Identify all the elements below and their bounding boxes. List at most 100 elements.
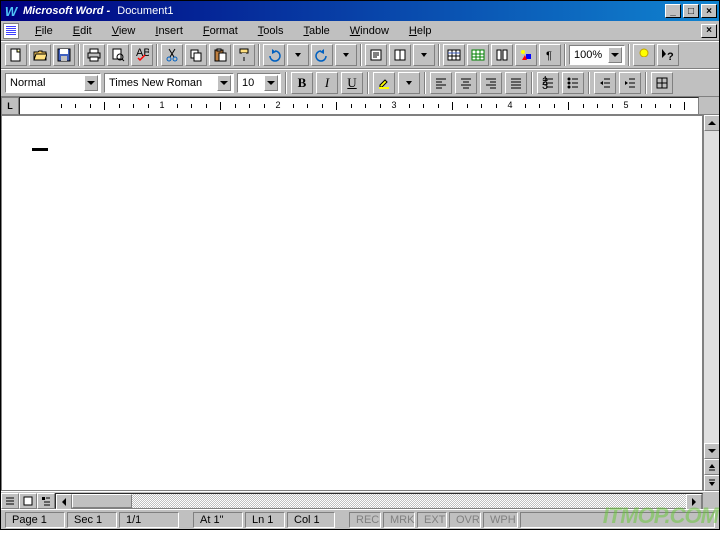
undo-button[interactable] [263, 44, 285, 66]
page-layout-view-button[interactable] [19, 493, 37, 509]
open-button[interactable] [29, 44, 51, 66]
document-icon[interactable] [3, 23, 19, 39]
tip-wizard-button[interactable] [633, 44, 655, 66]
align-left-button[interactable] [430, 72, 452, 94]
scroll-track[interactable] [704, 131, 719, 443]
font-combo[interactable]: Times New Roman [104, 73, 234, 93]
titlebar: W Microsoft Word - Document1 _ □ × [1, 1, 719, 21]
print-preview-button[interactable] [107, 44, 129, 66]
highlight-dropdown[interactable] [398, 72, 420, 94]
menu-tools[interactable]: Tools [248, 23, 294, 39]
scroll-up-button[interactable] [704, 115, 719, 131]
justify-button[interactable] [505, 72, 527, 94]
copy-button[interactable] [185, 44, 207, 66]
status-mrk[interactable]: MRK [383, 512, 415, 528]
scroll-thumb[interactable] [72, 494, 132, 508]
increase-indent-button[interactable] [619, 72, 641, 94]
standard-toolbar: ABC ¶ 100% ? [1, 41, 719, 69]
status-pages: 1/1 [119, 512, 179, 528]
dropdown-arrow-icon[interactable] [217, 75, 231, 91]
tab-selector[interactable]: L [1, 97, 19, 115]
menu-insert[interactable]: Insert [145, 23, 193, 39]
application-window: W Microsoft Word - Document1 _ □ × File … [0, 0, 720, 530]
outline-view-button[interactable] [37, 493, 55, 509]
ruler-area: L 12345 [1, 97, 719, 115]
prev-page-button[interactable] [704, 459, 719, 475]
italic-button[interactable]: I [316, 72, 338, 94]
decrease-indent-button[interactable] [594, 72, 616, 94]
menu-format[interactable]: Format [193, 23, 248, 39]
cut-button[interactable] [161, 44, 183, 66]
font-value: Times New Roman [109, 77, 217, 89]
next-page-button[interactable] [704, 475, 719, 491]
menu-window[interactable]: Window [340, 23, 399, 39]
close-button[interactable]: × [701, 4, 717, 18]
vertical-scrollbar[interactable] [703, 115, 719, 491]
scroll-left-button[interactable] [56, 494, 72, 510]
paste-button[interactable] [209, 44, 231, 66]
new-button[interactable] [5, 44, 27, 66]
page-container [1, 115, 703, 491]
status-section: Sec 1 [67, 512, 117, 528]
show-paragraph-button[interactable]: ¶ [539, 44, 561, 66]
bottom-bar [1, 491, 719, 509]
dropdown-arrow-icon[interactable] [608, 47, 622, 63]
columns-button[interactable] [491, 44, 513, 66]
menu-table[interactable]: Table [293, 23, 339, 39]
autoformat-button[interactable] [365, 44, 387, 66]
undo-dropdown[interactable] [287, 44, 309, 66]
align-center-button[interactable] [455, 72, 477, 94]
text-cursor [32, 148, 48, 151]
style-combo[interactable]: Normal [5, 73, 101, 93]
status-wph[interactable]: WPH [483, 512, 518, 528]
mdi-close-button[interactable]: × [701, 24, 717, 38]
insert-address-button[interactable] [389, 44, 411, 66]
save-button[interactable] [53, 44, 75, 66]
status-ovr[interactable]: OVR [449, 512, 481, 528]
bold-button[interactable]: B [291, 72, 313, 94]
dropdown-arrow-icon[interactable] [84, 75, 98, 91]
svg-text:?: ? [667, 51, 674, 62]
ruler-end [699, 97, 719, 114]
svg-text:3: 3 [542, 80, 548, 90]
menu-view[interactable]: View [102, 23, 146, 39]
horizontal-scrollbar[interactable] [55, 493, 703, 509]
align-right-button[interactable] [480, 72, 502, 94]
print-button[interactable] [83, 44, 105, 66]
font-size-combo[interactable]: 10 [237, 73, 281, 93]
format-painter-button[interactable] [233, 44, 255, 66]
minimize-button[interactable]: _ [665, 4, 681, 18]
status-line: Ln 1 [245, 512, 285, 528]
redo-dropdown[interactable] [335, 44, 357, 66]
help-button[interactable]: ? [657, 44, 679, 66]
horizontal-ruler[interactable]: 12345 [19, 97, 699, 115]
document-name: Document1 [117, 5, 173, 17]
svg-text:¶: ¶ [546, 50, 552, 62]
menu-file[interactable]: File [25, 23, 63, 39]
zoom-value: 100% [574, 49, 608, 61]
underline-button[interactable]: U [341, 72, 363, 94]
scroll-down-button[interactable] [704, 443, 719, 459]
insert-worksheet-button[interactable] [467, 44, 489, 66]
menu-help[interactable]: Help [399, 23, 442, 39]
redo-button[interactable] [311, 44, 333, 66]
bullets-button[interactable] [562, 72, 584, 94]
highlight-button[interactable] [373, 72, 395, 94]
document-page[interactable] [2, 116, 702, 490]
drawing-button[interactable] [515, 44, 537, 66]
status-ext[interactable]: EXT [417, 512, 447, 528]
style-value: Normal [10, 77, 84, 89]
borders-button[interactable] [651, 72, 673, 94]
spelling-button[interactable]: ABC [131, 44, 153, 66]
insert-table-button[interactable] [443, 44, 465, 66]
numbering-button[interactable]: 123 [537, 72, 559, 94]
font-size-value: 10 [242, 77, 264, 89]
normal-view-button[interactable] [1, 493, 19, 509]
menu-edit[interactable]: Edit [63, 23, 102, 39]
status-rec[interactable]: REC [349, 512, 381, 528]
scroll-right-button[interactable] [686, 494, 702, 510]
dropdown-arrow-icon[interactable] [264, 75, 278, 91]
maximize-button[interactable]: □ [683, 4, 699, 18]
insert-table-dropdown[interactable] [413, 44, 435, 66]
zoom-combo[interactable]: 100% [569, 45, 625, 65]
